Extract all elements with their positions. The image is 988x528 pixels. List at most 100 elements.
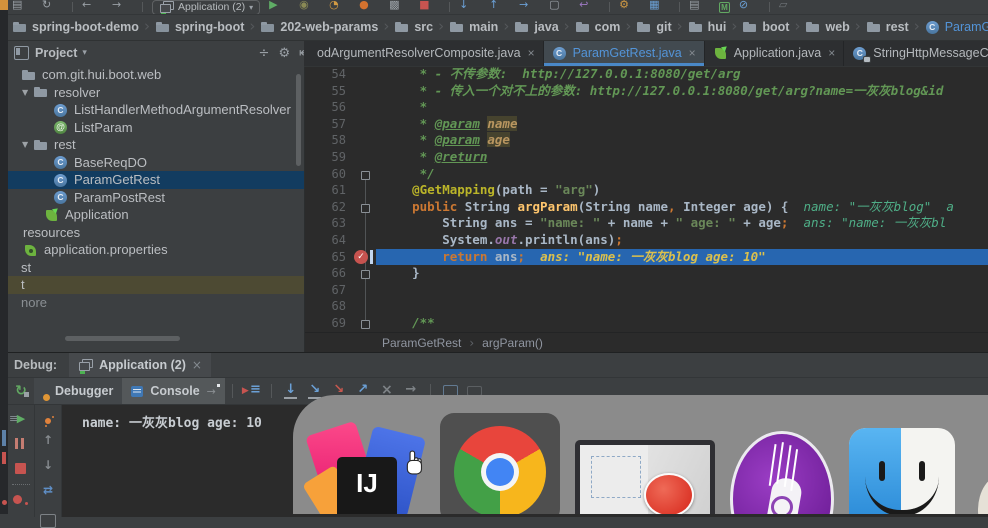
tree-expand-arrow[interactable]: ▼ <box>22 88 33 97</box>
stop-icon[interactable] <box>11 461 31 477</box>
code-line-61[interactable]: 61 @GetMapping(path = "arg") <box>304 182 988 199</box>
project-panel-title[interactable]: Project <box>35 46 77 60</box>
collapse-all-icon[interactable]: ÷ <box>259 46 270 61</box>
project-tree-vertical-scrollbar[interactable] <box>296 74 301 166</box>
vcs-push-icon[interactable]: → <box>519 0 535 15</box>
tab-argumentresolvercomposite[interactable]: odArgumentResolverComposite.java × <box>304 40 544 66</box>
clear-console-icon[interactable] <box>39 508 57 517</box>
console-filter-icon[interactable] <box>39 413 57 422</box>
breadcrumb-item-rest[interactable]: rest <box>866 17 925 37</box>
history-window-icon[interactable]: ▢ <box>549 0 565 15</box>
step-over-icon[interactable]: ↓ <box>279 380 303 402</box>
run-tool-icon[interactable]: ▩ <box>389 0 405 15</box>
project-tree-horizontal-scrollbar[interactable] <box>65 336 180 341</box>
tab-stringhttpmessageconverter[interactable]: StringHttpMessageConverter.ja <box>844 40 988 66</box>
tree-item-application-properties[interactable]: application.properties <box>8 241 304 259</box>
chevron-down-icon[interactable]: ▾ <box>82 48 87 58</box>
code-line-56[interactable]: 56 * <box>304 99 988 116</box>
maven-icon[interactable]: M <box>719 2 730 13</box>
forward-icon[interactable]: → <box>112 0 128 15</box>
breadcrumb-item-com[interactable]: com <box>575 17 637 37</box>
tab-paramgetrest[interactable]: ParamGetRest.java × <box>544 40 705 66</box>
profiler-icon[interactable]: ● <box>359 0 375 15</box>
tree-item-listhandlermethodargumentresolver[interactable]: ListHandlerMethodArgumentResolver <box>8 101 304 119</box>
dock-screen-recorder-icon[interactable] <box>575 440 715 514</box>
breadcrumb-item-web[interactable]: web <box>805 17 865 37</box>
breadcrumb-item-202-web-params[interactable]: 202-web-params <box>260 17 394 37</box>
tree-item-com-git-hui-boot-web[interactable]: com.git.hui.boot.web <box>8 66 304 84</box>
tree-item-st[interactable]: st <box>8 259 304 277</box>
dock-chrome-icon[interactable] <box>440 413 560 514</box>
close-icon[interactable]: × <box>528 46 535 60</box>
tree-expand-arrow[interactable]: ▼ <box>22 140 33 149</box>
dock-finder-icon[interactable] <box>849 428 955 514</box>
tree-item-t[interactable]: t <box>8 276 304 294</box>
code-line-65[interactable]: 65 return ans; ans: "name: 一灰灰blog age: … <box>304 249 988 266</box>
pause-program-icon[interactable] <box>11 436 31 452</box>
tree-item-paramgetrest[interactable]: ParamGetRest <box>8 171 304 189</box>
project-structure-icon[interactable]: ▦ <box>649 0 665 15</box>
breadcrumb-item-spring-boot-demo[interactable]: spring-boot-demo <box>12 17 155 37</box>
breadcrumb-item-src[interactable]: src <box>394 17 449 37</box>
code-line-62[interactable]: 62 public String argParam(String name, I… <box>304 199 988 216</box>
run-icon[interactable]: ▶ <box>269 0 285 15</box>
vcs-update-icon[interactable]: ↓ <box>459 0 475 15</box>
power-save-icon[interactable]: ⊘ <box>739 0 755 15</box>
vcs-commit-icon[interactable]: ↑ <box>489 0 505 15</box>
stop-icon[interactable]: ■ <box>419 0 435 15</box>
save-all-icon[interactable]: ▤ <box>689 0 705 15</box>
breadcrumb-item-hui[interactable]: hui <box>688 17 743 37</box>
code-line-64[interactable]: 64 System.out.println(ans); <box>304 232 988 249</box>
breadcrumb-item-git[interactable]: git <box>636 17 687 37</box>
code-line-67[interactable]: 67 <box>304 282 988 299</box>
rerun-icon[interactable] <box>8 383 34 399</box>
close-icon[interactable]: × <box>828 46 835 60</box>
tree-item-rest[interactable]: ▼ rest <box>8 136 304 154</box>
breadcrumb-item-spring-boot[interactable]: spring-boot <box>155 17 260 37</box>
debug-icon[interactable]: ◉ <box>299 0 315 15</box>
fold-marker-icon[interactable] <box>352 265 376 282</box>
code-line-55[interactable]: 55 * - 传入一个对不上的参数: http://127.0.0.1:8080… <box>304 83 988 100</box>
close-icon[interactable]: × <box>689 46 696 60</box>
tree-item-application[interactable]: Application <box>8 206 304 224</box>
save-icon[interactable]: ▤ <box>12 0 28 15</box>
tab-debugger[interactable]: Debugger <box>34 378 122 404</box>
coverage-icon[interactable]: ◔ <box>329 0 345 15</box>
code-line-68[interactable]: 68 <box>304 298 988 315</box>
up-stack-trace-icon[interactable]: ↑ <box>39 433 57 447</box>
gear-icon[interactable]: ⚙ <box>278 46 290 61</box>
breadcrumb-item-main[interactable]: main <box>449 17 514 37</box>
fold-marker-icon[interactable] <box>352 166 376 183</box>
tree-item-listparam[interactable]: ListParam <box>8 119 304 137</box>
down-stack-trace-icon[interactable]: ↓ <box>39 458 57 472</box>
show-execution-point-icon[interactable]: ≡ <box>240 380 264 402</box>
view-breakpoints-icon[interactable] <box>11 492 31 508</box>
breadcrumb-class[interactable]: ParamGetRest <box>382 336 461 350</box>
back-icon[interactable]: ← <box>82 0 98 15</box>
tab-application[interactable]: Application.java × <box>705 40 845 66</box>
fold-marker-icon[interactable] <box>352 199 376 216</box>
code-line-66[interactable]: 66 } <box>304 265 988 282</box>
code-line-69[interactable]: 69 /** <box>304 315 988 332</box>
rollback-icon[interactable]: ↩ <box>579 0 595 15</box>
code-line-63[interactable]: 63 String ans = "name: " + name + " age:… <box>304 215 988 232</box>
tree-item-basereqdo[interactable]: BaseReqDO <box>8 154 304 172</box>
soft-wrap-icon[interactable]: ⇄ <box>39 483 57 497</box>
breadcrumb-item-boot[interactable]: boot <box>742 17 805 37</box>
breadcrumb-item-paramgetrest[interactable]: ParamGetRest <box>925 20 988 34</box>
tree-item-resolver[interactable]: ▼ resolver <box>8 84 304 102</box>
breadcrumb-item-java[interactable]: java <box>514 17 574 37</box>
dock-partial-app-icon[interactable] <box>978 475 988 514</box>
debug-session-tab[interactable]: Application (2) × <box>69 353 211 377</box>
code-line-57[interactable]: 57 * @param name <box>304 116 988 133</box>
resume-program-icon[interactable]: ▶ <box>11 411 31 427</box>
breadcrumb-method[interactable]: argParam() <box>482 336 543 350</box>
code-line-54[interactable]: 54 * - 不传参数: http://127.0.0.1:8080/get/a… <box>304 66 988 83</box>
dock-quiver-app-icon[interactable] <box>730 431 834 514</box>
tree-item-parampostrest[interactable]: ParamPostRest <box>8 189 304 207</box>
tree-item-nore[interactable]: nore <box>8 294 304 312</box>
code-line-60[interactable]: 60 */ <box>304 166 988 183</box>
tree-item-resources[interactable]: resources <box>8 224 304 242</box>
close-icon[interactable]: × <box>192 358 202 372</box>
code-editor[interactable]: 54 * - 不传参数: http://127.0.0.1:8080/get/a… <box>304 66 988 332</box>
